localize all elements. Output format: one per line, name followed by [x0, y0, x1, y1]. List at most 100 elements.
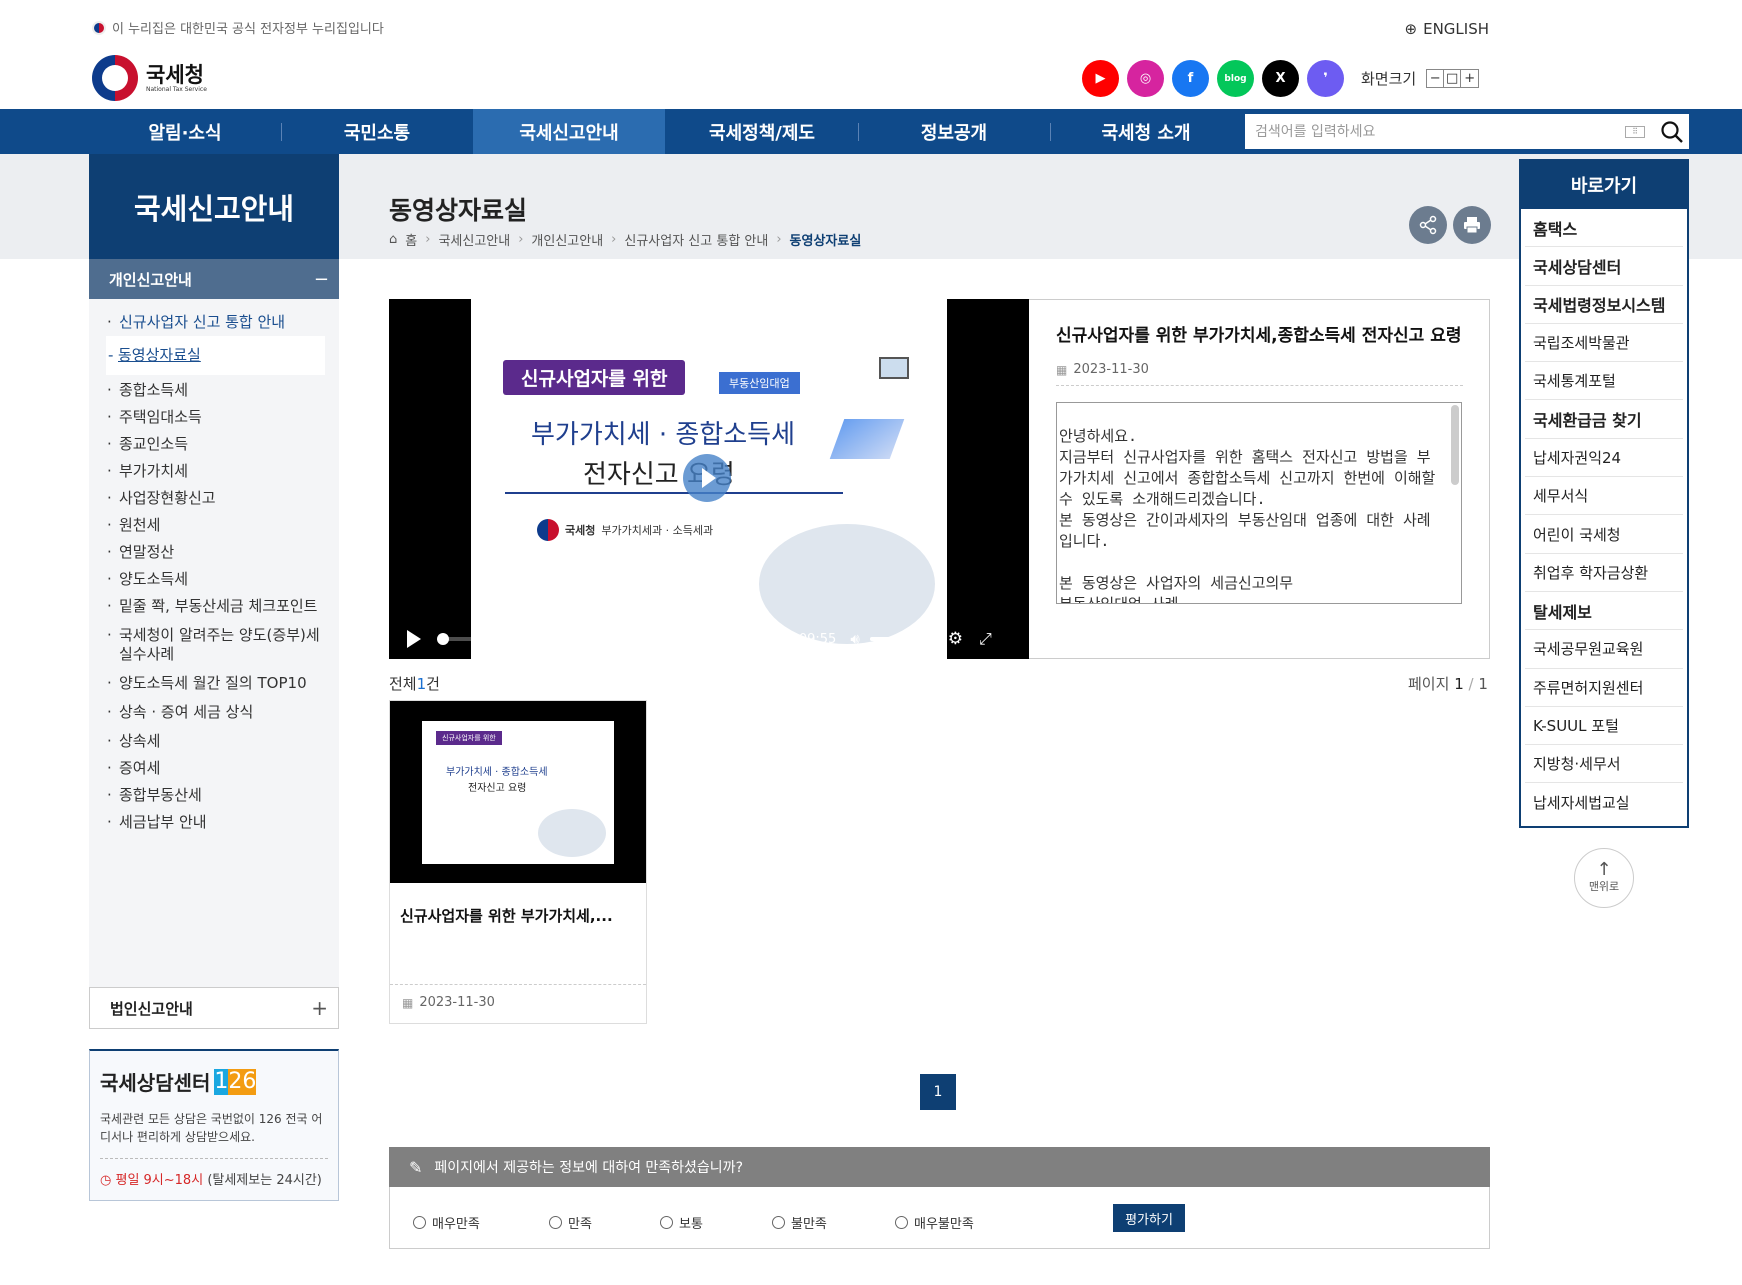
breadcrumb-item[interactable]: 개인신고안내 — [531, 230, 603, 249]
lnb-item[interactable]: 증여세 — [89, 759, 339, 778]
nav-item-4[interactable]: 정보공개 — [858, 109, 1050, 154]
radio-icon[interactable] — [895, 1216, 908, 1229]
facebook-icon[interactable]: f — [1172, 60, 1209, 97]
lnb-item[interactable]: 주택임대소득 — [89, 408, 339, 427]
quick-link[interactable]: 지방청·세무서 — [1525, 745, 1683, 784]
lnb-item[interactable]: 부가가치세 — [89, 462, 339, 481]
print-icon — [1464, 217, 1480, 234]
breadcrumb-item[interactable]: 홈 — [405, 230, 417, 249]
instagram-icon[interactable]: ◎ — [1127, 60, 1164, 97]
rating-option[interactable]: 보통 — [660, 1213, 703, 1232]
quick-link[interactable]: 국립조세박물관 — [1525, 324, 1683, 363]
calendar-icon: ▦ — [1056, 362, 1068, 377]
quick-link[interactable]: 납세자권익24 — [1525, 439, 1683, 478]
video-description[interactable]: 안녕하세요. 지금부터 신규사업자를 위한 홈택스 전자신고 방법을 부가가치세… — [1056, 402, 1462, 604]
font-decrease-button[interactable]: − — [1427, 70, 1445, 87]
font-increase-button[interactable]: + — [1461, 70, 1478, 87]
rating-option[interactable]: 매우불만족 — [895, 1213, 974, 1232]
page-title: 동영상자료실 — [389, 196, 528, 225]
lnb-item[interactable]: 세금납부 안내 — [89, 813, 339, 832]
lnb-section-personal[interactable]: 개인신고안내 − — [89, 259, 339, 299]
lnb-item[interactable]: 국세청이 알려주는 양도(증부)세 실수사례 — [89, 626, 339, 664]
submit-rating-button[interactable]: 평가하기 — [1113, 1204, 1185, 1232]
search-icon[interactable] — [1655, 114, 1689, 149]
lnb-item[interactable]: 원천세 — [89, 516, 339, 535]
settings-gear-icon[interactable]: ⚙ — [948, 629, 963, 649]
nav-item-3[interactable]: 국세정책/제도 — [666, 109, 858, 154]
player-controls: 00:00 / 09:55 🔊︎ ⚙ ⤢ — [389, 619, 1029, 659]
lnb-item[interactable]: 밑줄 쫙, 부동산세금 체크포인트 — [89, 597, 339, 616]
quick-link[interactable]: 세무서식 — [1525, 477, 1683, 516]
blog-icon[interactable]: blog — [1217, 60, 1254, 97]
big-play-button[interactable] — [683, 454, 731, 502]
radio-icon[interactable] — [660, 1216, 673, 1229]
radio-icon[interactable] — [413, 1216, 426, 1229]
nav-item-0[interactable]: 알림·소식 — [89, 109, 281, 154]
x-icon[interactable]: X — [1262, 60, 1299, 97]
quick-link[interactable]: 국세공무원교육원 — [1525, 630, 1683, 669]
volume-icon[interactable]: 🔊︎ — [850, 630, 859, 648]
kakao-story-icon[interactable]: ❜ — [1307, 60, 1344, 97]
font-reset-button[interactable]: □ — [1444, 70, 1462, 87]
lnb-item[interactable]: 상속세 — [89, 732, 339, 751]
search-input[interactable] — [1245, 114, 1625, 149]
youtube-icon[interactable]: ▶ — [1082, 60, 1119, 97]
play-icon[interactable] — [407, 630, 421, 648]
rating-option[interactable]: 매우만족 — [413, 1213, 480, 1232]
lnb-item-label: 부가가치세 — [119, 462, 189, 480]
nav-item-5[interactable]: 국세청 소개 — [1050, 109, 1242, 154]
video-player[interactable]: 신규사업자를 위한 부동산임대업 부가가치세 · 종합소득세 전자신고 요령 국… — [389, 299, 1029, 659]
quick-link[interactable]: 납세자세법교실 — [1525, 783, 1683, 821]
quick-link[interactable]: 취업후 학자금상환 — [1525, 554, 1683, 592]
site-logo[interactable]: 국세청 National Tax Service — [92, 55, 207, 101]
rating-option[interactable]: 불만족 — [772, 1213, 827, 1232]
quick-link[interactable]: K-SUUL 포털 — [1525, 707, 1683, 746]
radio-icon[interactable] — [772, 1216, 785, 1229]
rating-option[interactable]: 만족 — [549, 1213, 592, 1232]
lnb-item[interactable]: 연말정산 — [89, 543, 339, 562]
lnb-section-corporate[interactable]: 법인신고안내 + — [89, 987, 339, 1029]
nav-item-1[interactable]: 국민소통 — [281, 109, 473, 154]
quick-link[interactable]: 어린이 국세청 — [1525, 515, 1683, 554]
keyboard-icon[interactable]: ⠿ — [1625, 125, 1645, 138]
video-card-thumbnail[interactable]: 신규사업자를 위한 부가가치세 · 종합소득세 전자신고 요령 — [390, 701, 646, 883]
english-link[interactable]: ⊕ ENGLISH — [1405, 20, 1489, 38]
lnb-item[interactable]: 종합부동산세 — [89, 786, 339, 805]
lnb-item[interactable]: 양도소득세 월간 질의 TOP10 — [89, 674, 339, 693]
nav-item-2[interactable]: 국세신고안내 — [473, 109, 665, 154]
lnb-item[interactable]: 양도소득세 — [89, 570, 339, 589]
quick-link[interactable]: 주류면허지원센터 — [1525, 669, 1683, 707]
scroll-top-button[interactable]: ↑ 맨위로 — [1574, 848, 1634, 908]
quick-link[interactable]: 탈세제보 — [1525, 592, 1683, 631]
share-button[interactable] — [1409, 206, 1447, 244]
volume-handle[interactable] — [921, 633, 934, 645]
seek-bar[interactable] — [437, 633, 735, 645]
breadcrumb-item[interactable]: 신규사업자 신고 통합 안내 — [624, 230, 768, 249]
lnb-item[interactable]: 종합소득세 — [89, 381, 339, 400]
volume-slider[interactable] — [869, 633, 934, 645]
breadcrumb-item[interactable]: 국세신고안내 — [438, 230, 510, 249]
fullscreen-icon[interactable]: ⤢ — [979, 629, 992, 649]
lnb-item[interactable]: 종교인소득 — [89, 435, 339, 454]
video-card[interactable]: 신규사업자를 위한 부가가치세 · 종합소득세 전자신고 요령 신규사업자를 위… — [389, 700, 647, 1024]
lnb-item[interactable]: 신규사업자 신고 통합 안내 — [89, 313, 339, 332]
chevron-right-icon: › — [611, 232, 617, 247]
lnb-item[interactable]: 상속 · 증여 세금 상식 — [89, 703, 339, 722]
lnb-item[interactable]: 사업장현황신고 — [89, 489, 339, 508]
quick-link[interactable]: 국세상담센터 — [1525, 247, 1683, 286]
counsel-digit: 6 — [242, 1068, 257, 1095]
video-card-title[interactable]: 신규사업자를 위한 부가가치세,... — [390, 883, 646, 985]
description-scrollbar[interactable] — [1451, 405, 1459, 485]
radio-icon[interactable] — [549, 1216, 562, 1229]
quick-link[interactable]: 국세통계포털 — [1525, 362, 1683, 401]
print-button[interactable] — [1453, 206, 1491, 244]
pager-page-1[interactable]: 1 — [920, 1074, 956, 1110]
quick-link[interactable]: 홈택스 — [1525, 209, 1683, 248]
counsel-center-box[interactable]: 국세상담센터 1 2 6 국세관련 모든 상담은 국번없이 126 전국 어디서… — [89, 1049, 339, 1201]
lnb-item-label: 양도소득세 — [119, 570, 189, 588]
quick-link[interactable]: 국세법령정보시스템 — [1525, 286, 1683, 324]
lnb-item[interactable]: 동영상자료실 — [106, 336, 325, 375]
survey-body: 평가하기 매우만족 만족 보통 불만족 매우불만족 — [389, 1187, 1490, 1249]
seek-handle[interactable] — [437, 633, 449, 645]
quick-link[interactable]: 국세환급금 찾기 — [1525, 400, 1683, 439]
